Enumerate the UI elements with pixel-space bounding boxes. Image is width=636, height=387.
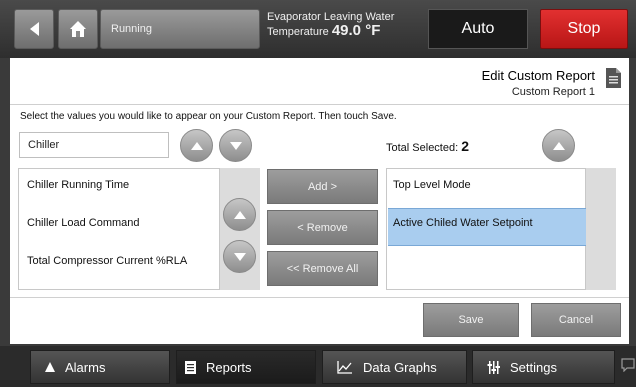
nav-reports[interactable]: Reports xyxy=(176,350,316,384)
evap-value: 49.0 °F xyxy=(331,22,381,39)
total-selected: Total Selected: 2 xyxy=(386,138,469,154)
top-bar: Running Evaporator Leaving Water Tempera… xyxy=(0,0,636,58)
header-divider xyxy=(10,104,629,105)
nav-data-graphs-label: Data Graphs xyxy=(363,359,437,375)
available-list-scrollbar[interactable] xyxy=(220,168,260,290)
chevron-up-icon xyxy=(552,141,565,150)
selected-list-scrollbar[interactable] xyxy=(586,168,616,290)
evap-temp-label: Temperature xyxy=(267,26,329,38)
filter-down-button[interactable] xyxy=(219,129,252,162)
chevron-down-icon xyxy=(229,141,242,150)
chart-icon xyxy=(337,360,353,374)
chevron-up-icon xyxy=(233,210,246,219)
custom-report-panel: Edit Custom Report Custom Report 1 Selec… xyxy=(10,58,629,344)
bottom-nav: Alarms Reports Data Graphs Settings xyxy=(0,346,636,387)
stop-button[interactable]: Stop xyxy=(540,9,628,49)
back-button[interactable] xyxy=(14,9,54,49)
remove-all-button[interactable]: << Remove All xyxy=(267,251,378,286)
evaporator-readout: Evaporator Leaving Water Temperature 49.… xyxy=(267,10,394,39)
list-item[interactable]: Chiller Load Command xyxy=(27,217,140,229)
chiller-status: Running xyxy=(100,9,260,49)
auto-button[interactable]: Auto xyxy=(428,9,528,49)
footer-divider xyxy=(10,297,629,298)
home-icon xyxy=(70,21,86,37)
settings-icon xyxy=(487,360,500,374)
nav-settings[interactable]: Settings xyxy=(472,350,615,384)
nav-alarms-label: Alarms xyxy=(65,359,106,375)
available-scroll-down-button[interactable] xyxy=(223,240,256,273)
alarm-icon xyxy=(45,362,55,372)
document-icon xyxy=(606,68,621,88)
nav-settings-label: Settings xyxy=(510,359,557,375)
remove-button[interactable]: < Remove xyxy=(267,210,378,245)
list-item[interactable]: Top Level Mode xyxy=(393,179,471,191)
home-button[interactable] xyxy=(58,9,98,49)
list-item[interactable]: Chiller Running Time xyxy=(27,179,129,191)
save-button[interactable]: Save xyxy=(423,303,519,337)
instructions: Select the values you would like to appe… xyxy=(20,111,397,122)
nav-alarms[interactable]: Alarms xyxy=(30,350,170,384)
filter-up-button[interactable] xyxy=(180,129,213,162)
add-button[interactable]: Add > xyxy=(267,169,378,204)
nav-reports-label: Reports xyxy=(206,359,252,375)
list-item[interactable]: Active Chiled Water Setpoint xyxy=(393,217,533,229)
page-title: Edit Custom Report xyxy=(481,68,595,83)
report-icon xyxy=(185,360,196,374)
chat-icon[interactable] xyxy=(621,358,635,377)
cancel-button[interactable]: Cancel xyxy=(531,303,621,337)
nav-data-graphs[interactable]: Data Graphs xyxy=(322,350,467,384)
available-scroll-up-button[interactable] xyxy=(223,198,256,231)
page-subtitle: Custom Report 1 xyxy=(511,86,595,98)
filter-input[interactable] xyxy=(19,132,169,158)
selected-scroll-up-button[interactable] xyxy=(542,129,575,162)
total-selected-label: Total Selected: xyxy=(386,142,459,154)
list-item[interactable]: Total Compressor Current %RLA xyxy=(27,255,187,267)
total-selected-count: 2 xyxy=(461,138,470,154)
back-arrow-icon xyxy=(30,22,39,36)
selected-values-list: Top Level Mode Active Chiled Water Setpo… xyxy=(386,168,586,290)
chevron-up-icon xyxy=(190,141,203,150)
available-values-list: Chiller Running Time Chiller Load Comman… xyxy=(18,168,220,290)
chevron-down-icon xyxy=(233,252,246,261)
